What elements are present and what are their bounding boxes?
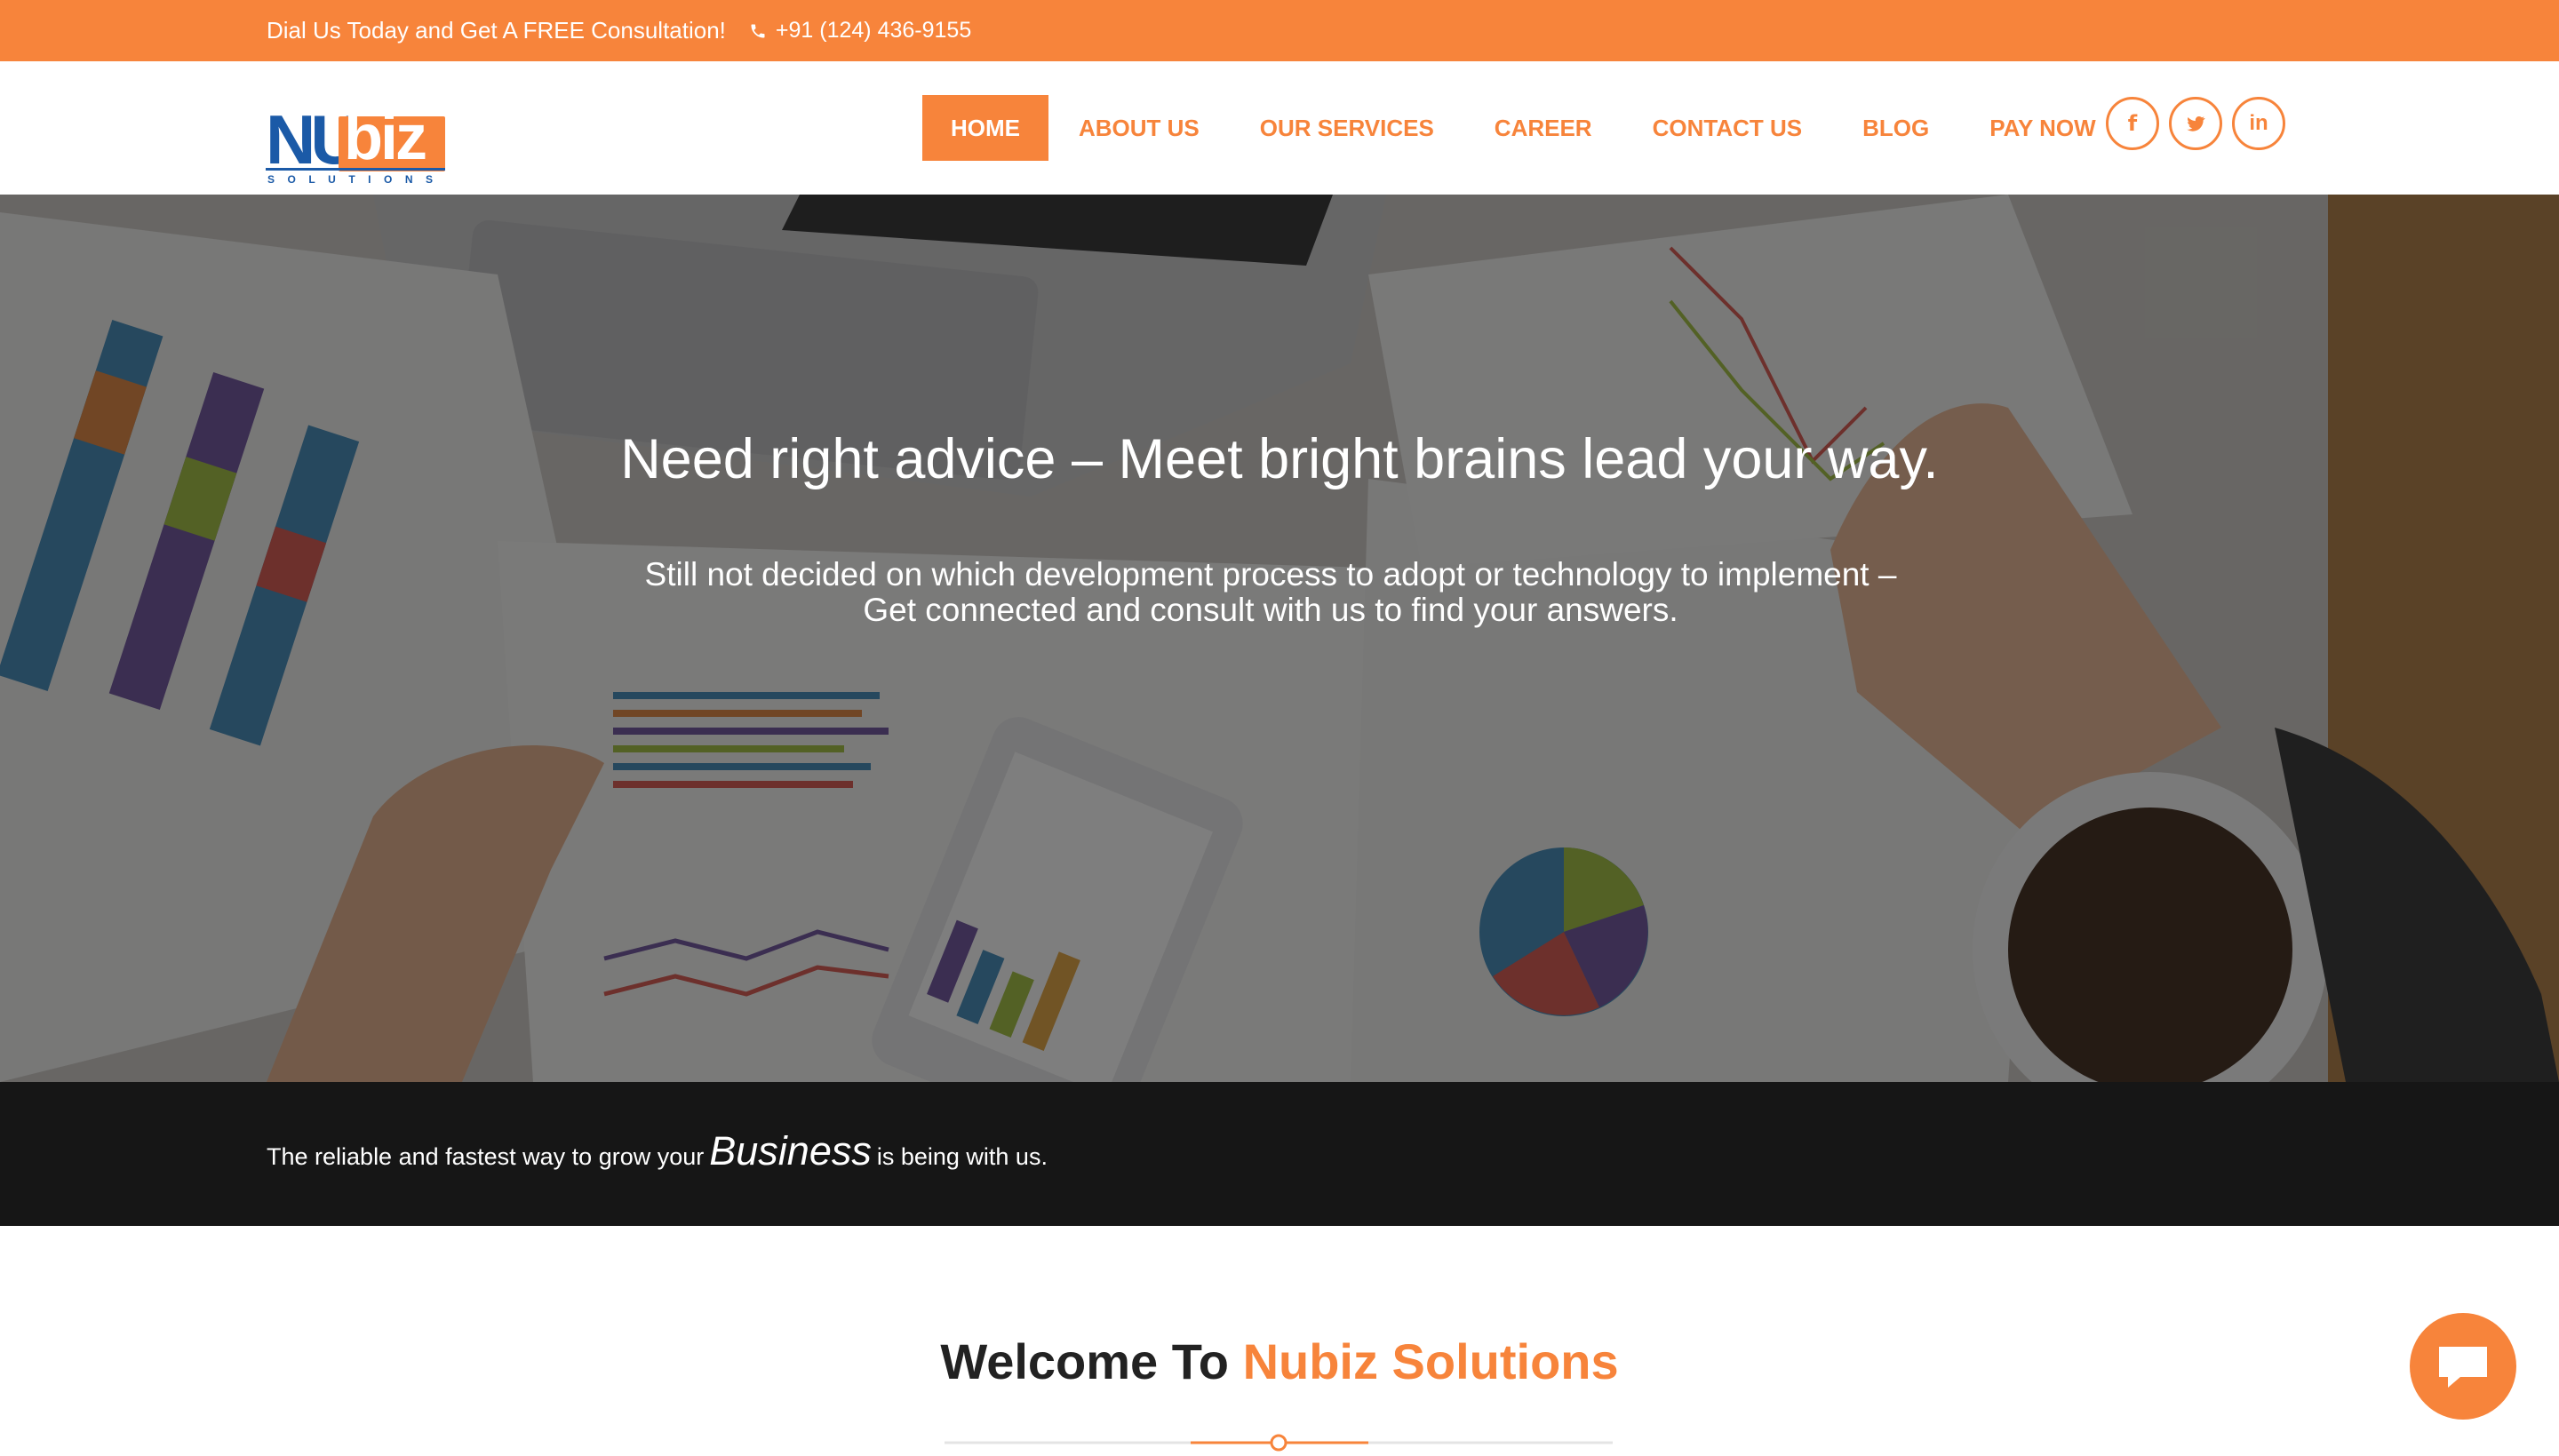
hero-subline-1: Still not decided on which development p… (644, 556, 1897, 593)
welcome-prefix: Welcome To (940, 1333, 1230, 1389)
nav-home[interactable]: HOME (922, 95, 1048, 161)
chat-bubble-icon (2439, 1347, 2487, 1388)
top-bar: Dial Us Today and Get A FREE Consultatio… (0, 0, 2559, 61)
nubiz-logo[interactable]: NU biz SOLUTIONS (266, 102, 448, 186)
facebook-glyph: f (2127, 111, 2138, 136)
consultation-tagline: Dial Us Today and Get A FREE Consultatio… (267, 17, 726, 44)
hero-subline: Still not decided on which development p… (604, 557, 1937, 628)
linkedin-icon[interactable]: in (2232, 97, 2285, 150)
logo-subtitle: SOLUTIONS (267, 173, 446, 186)
nav-blog[interactable]: BLOG (1832, 95, 1959, 161)
tagline-strip: The reliable and fastest way to grow you… (0, 1082, 2559, 1226)
nav-contact-us[interactable]: CONTACT US (1622, 95, 1833, 161)
welcome-brand: Nubiz Solutions (1242, 1333, 1619, 1389)
main-nav: HOME ABOUT US OUR SERVICES CAREER CONTAC… (922, 95, 2126, 161)
site-header: NU biz SOLUTIONS HOME ABOUT US OUR SERVI… (0, 61, 2559, 195)
facebook-icon[interactable]: f (2106, 97, 2159, 150)
hero-headline: Need right advice – Meet bright brains l… (620, 428, 1939, 490)
nav-our-services[interactable]: OUR SERVICES (1230, 95, 1464, 161)
hero-subline-2: Get connected and consult with us to fin… (863, 592, 1678, 628)
welcome-heading: Welcome To Nubiz Solutions (0, 1333, 2559, 1390)
strip-text-emphasis: Business (709, 1128, 872, 1174)
strip-text: The reliable and fastest way to grow you… (267, 1128, 1048, 1174)
strip-text-before: The reliable and fastest way to grow you… (267, 1143, 705, 1170)
logo-underline (266, 168, 445, 171)
linkedin-glyph: in (2249, 111, 2268, 135)
phone-icon (751, 24, 765, 37)
phone-link[interactable]: +91 (124) 436-9155 (749, 18, 971, 44)
twitter-icon[interactable] (2169, 97, 2222, 150)
chat-widget-button[interactable] (2410, 1313, 2516, 1420)
hero-dark-overlay (0, 195, 2559, 1082)
nav-pay-now[interactable]: PAY NOW (1959, 95, 2125, 161)
phone-number: +91 (124) 436-9155 (775, 18, 972, 43)
twitter-bird-icon (2187, 116, 2205, 131)
nav-career[interactable]: CAREER (1464, 95, 1622, 161)
welcome-divider (945, 1434, 1613, 1452)
logo-biz: biz (344, 102, 427, 173)
nav-about-us[interactable]: ABOUT US (1048, 95, 1230, 161)
strip-text-after: is being with us. (876, 1143, 1048, 1170)
social-links: f in (2106, 97, 2285, 150)
hero-banner: Need right advice – Meet bright brains l… (0, 195, 2559, 1082)
